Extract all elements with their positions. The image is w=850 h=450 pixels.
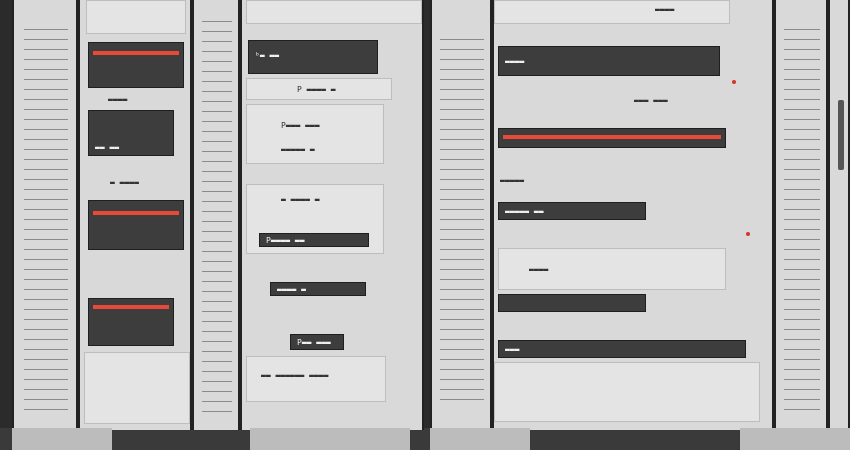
equipment-module: P▬▬▬▬ ▬▬: [259, 233, 369, 247]
module-label: P▬▬▬ ▬▬▬: [281, 121, 320, 130]
vent-grille: [440, 30, 484, 400]
status-strip: [93, 305, 169, 309]
module-label: ▬▬▬▬: [655, 5, 675, 14]
rack-cabinet-left-1: [12, 0, 78, 430]
module-label: ▬ ▬▬▬▬: [110, 178, 139, 187]
module-label: ▬▬▬▬▬: [500, 176, 525, 185]
equipment-module: ▬▬▬▬▬ ▬▬: [498, 202, 646, 220]
equipment-module: [498, 294, 646, 312]
module-display: P▬▬▬▬ ▬▬: [266, 236, 305, 245]
rack-cabinet-left-2: ▬▬▬▬ ▬▬ ▬▬ ▬ ▬▬▬▬: [78, 0, 192, 430]
module-label: ▬ ▬▬▬▬ ▬: [281, 195, 320, 204]
equipment-module: ▬▬▬: [498, 340, 746, 358]
module-display: ▬▬ ▬▬: [95, 143, 120, 152]
module-display: ▬▬▬: [505, 345, 520, 354]
server-room-scene: ▬▬▬▬ ▬▬ ▬▬ ▬ ▬▬▬▬ ᵇ▬ ▬▬ P ▬▬▬▬ ▬ P▬▬▬ ▬▬…: [0, 0, 850, 450]
equipment-module: ᵇ▬ ▬▬: [248, 40, 378, 74]
equipment-module: [498, 128, 726, 148]
bottom-panel: ▬▬ ▬▬▬▬▬▬ ▬▬▬▬: [246, 356, 386, 402]
status-strip: [93, 51, 179, 55]
module-label: ▬▬▬ ▬▬▬: [634, 96, 668, 105]
rack-cabinet-left-3: [192, 0, 240, 430]
vent-grille: [784, 20, 820, 410]
rack-cabinet-right-4: [828, 0, 850, 430]
top-panel: [246, 0, 422, 24]
equipment-badge: P▬▬ ▬▬▬: [290, 334, 344, 350]
indicator-light: [746, 232, 750, 236]
top-panel: [86, 0, 186, 34]
module-label: ▬▬ ▬▬▬▬▬▬ ▬▬▬▬: [261, 371, 329, 380]
cabinet-base: [12, 428, 112, 450]
module-label: ▬▬▬▬: [529, 265, 549, 274]
module-display: ▬▬▬▬: [505, 57, 525, 66]
top-panel: ▬▬▬▬: [494, 0, 730, 24]
module-display: ᵇ▬ ▬▬: [255, 51, 280, 60]
equipment-module: ▬▬ ▬▬: [88, 110, 174, 156]
cabinet-base: [250, 428, 410, 450]
module-panel: P▬▬▬ ▬▬▬ ▬▬▬▬▬ ▬: [246, 104, 384, 164]
module-display: ▬▬▬▬▬ ▬▬: [505, 207, 544, 216]
module-label: ▬▬▬▬: [108, 95, 128, 104]
equipment-module: ▬▬▬▬ ▬: [270, 282, 366, 296]
rack-cabinet-right-2: ▬▬▬▬ ▬▬▬▬ ▬▬▬ ▬▬▬ ▬▬▬▬▬ ▬▬▬▬▬ ▬▬ ▬▬▬▬ ▬▬…: [492, 0, 774, 430]
vent-grille: [24, 20, 68, 410]
bottom-panel: [84, 352, 190, 424]
module-panel: ▬ ▬▬▬▬ ▬ P▬▬▬▬ ▬▬: [246, 184, 384, 254]
cabinet-base: [740, 428, 850, 450]
module-label: ▬▬▬▬▬ ▬: [281, 145, 315, 154]
equipment-module: [88, 298, 174, 346]
equipment-module: [88, 200, 184, 250]
bottom-panel: [494, 362, 760, 422]
status-strip: [503, 135, 721, 139]
floor: [0, 428, 850, 450]
module-display: ▬▬▬▬ ▬: [277, 285, 306, 294]
vent-grille: [202, 12, 232, 412]
badge-text: P▬▬ ▬▬▬: [297, 338, 331, 347]
module-label: P ▬▬▬▬ ▬: [297, 85, 336, 94]
rack-cabinet-right-3: [774, 0, 828, 430]
module-panel: P ▬▬▬▬ ▬: [246, 78, 392, 100]
equipment-module: [88, 42, 184, 88]
rack-cabinet-right-1: [430, 0, 492, 430]
status-strip: [93, 211, 179, 215]
rack-cabinet-middle: ᵇ▬ ▬▬ P ▬▬▬▬ ▬ P▬▬▬ ▬▬▬ ▬▬▬▬▬ ▬ ▬ ▬▬▬▬ ▬…: [240, 0, 424, 430]
module-panel: ▬▬▬▬: [498, 248, 726, 290]
indicator-light: [732, 80, 736, 84]
cabinet-base: [430, 428, 530, 450]
equipment-module: ▬▬▬▬: [498, 46, 720, 76]
door-handle: [838, 100, 844, 170]
